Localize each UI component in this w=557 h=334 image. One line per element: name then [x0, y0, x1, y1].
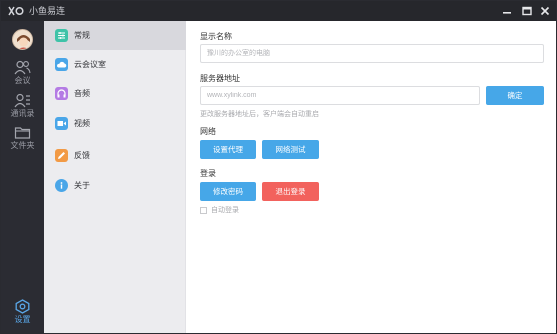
confirm-button[interactable]: 确定 — [486, 86, 544, 105]
auto-login-checkbox[interactable] — [200, 207, 207, 214]
general-icon — [55, 29, 68, 42]
people-icon — [14, 60, 31, 75]
rail-item-contacts[interactable]: 通讯录 — [1, 93, 44, 125]
server-hint: 更改服务器地址后，客户端会自动重启 — [200, 111, 319, 118]
avatar-image-icon — [13, 30, 32, 49]
sidebar-item-feedback[interactable]: 反馈 — [44, 141, 186, 170]
cloud-icon — [55, 58, 68, 71]
maximize-icon[interactable] — [519, 3, 535, 19]
info-icon — [55, 179, 68, 192]
settings-sidebar: 常规 云会议室 音频 视频 反馈 关于 — [44, 21, 186, 333]
close-icon[interactable] — [537, 3, 553, 19]
rail-item-label: 文件夹 — [10, 141, 35, 150]
minimize-icon[interactable] — [499, 3, 515, 19]
sidebar-item-audio[interactable]: 音频 — [44, 79, 186, 108]
sidebar-item-label: 关于 — [74, 181, 90, 190]
display-name-input[interactable] — [200, 44, 544, 63]
rail-item-label: 会议 — [14, 76, 31, 85]
app-window: 小鱼易连 会议 通讯录 文件夹 设置 常规 云会议室 音频 视频 反馈 关于 显… — [0, 0, 557, 334]
contacts-icon — [14, 93, 30, 108]
app-title: 小鱼易连 — [29, 6, 66, 16]
network-test-button[interactable]: 网络测试 — [262, 140, 319, 159]
server-address-input[interactable] — [200, 86, 480, 105]
sidebar-item-label: 常规 — [74, 31, 90, 40]
sidebar-item-label: 反馈 — [74, 151, 90, 160]
pencil-icon — [55, 149, 68, 162]
avatar[interactable] — [12, 29, 33, 50]
rail-item-label: 设置 — [14, 315, 31, 324]
rail-item-folder[interactable]: 文件夹 — [1, 125, 44, 157]
title-bar: 小鱼易连 — [1, 1, 556, 21]
headphone-icon — [55, 87, 68, 100]
change-password-button[interactable]: 修改密码 — [200, 182, 256, 201]
video-icon — [55, 117, 68, 130]
logout-button[interactable]: 退出登录 — [262, 182, 319, 201]
server-address-label: 服务器地址 — [200, 74, 240, 83]
auto-login-label: 自动登录 — [211, 207, 239, 214]
network-label: 网络 — [200, 127, 216, 136]
app-logo-icon — [8, 6, 24, 16]
sidebar-item-label: 视频 — [74, 119, 90, 128]
sidebar-item-cloud-room[interactable]: 云会议室 — [44, 50, 186, 79]
sidebar-item-video[interactable]: 视频 — [44, 109, 186, 138]
settings-icon — [15, 299, 30, 314]
sidebar-item-general[interactable]: 常规 — [44, 21, 186, 50]
rail-item-label: 通讯录 — [10, 109, 35, 118]
set-proxy-button[interactable]: 设置代理 — [200, 140, 256, 159]
sidebar-item-label: 音频 — [74, 89, 90, 98]
general-settings-panel: 显示名称 服务器地址 确定 更改服务器地址后，客户端会自动重启 网络 设置代理 … — [187, 21, 556, 333]
login-label: 登录 — [200, 169, 216, 178]
rail-item-settings[interactable]: 设置 — [1, 299, 44, 331]
nav-rail: 会议 通讯录 文件夹 设置 — [1, 21, 44, 333]
rail-item-meeting[interactable]: 会议 — [1, 60, 44, 92]
display-name-label: 显示名称 — [200, 32, 232, 41]
sidebar-item-about[interactable]: 关于 — [44, 171, 186, 200]
folder-icon — [14, 127, 31, 139]
sidebar-item-label: 云会议室 — [74, 60, 106, 69]
